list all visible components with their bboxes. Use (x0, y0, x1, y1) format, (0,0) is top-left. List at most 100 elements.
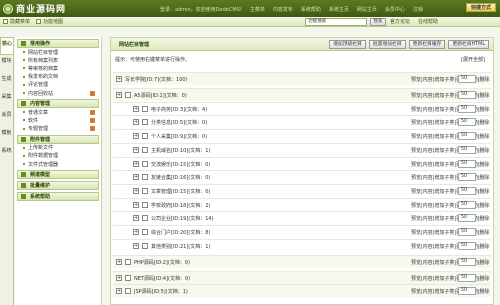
nav-publish[interactable]: 内容发布 (273, 6, 293, 13)
expand-icon[interactable]: + (133, 119, 139, 126)
row-checkbox[interactable] (142, 105, 148, 112)
vtab-generate[interactable]: 生成 (0, 73, 13, 91)
row-actions[interactable]: 预览|内容|增加子类|更改|移动|删除 (411, 133, 489, 140)
sidebar-group-header[interactable]: 常用操作 (17, 39, 99, 48)
sort-order-input[interactable]: 50 (458, 228, 476, 236)
row-checkbox[interactable] (142, 229, 148, 235)
category-name[interactable]: NET源码[ID:4](文档：0) (134, 275, 190, 282)
expand-icon[interactable]: + (133, 242, 139, 249)
sidebar-item[interactable]: 软件 (17, 116, 99, 124)
hide-menu-button[interactable]: 隐藏菜单 (3, 18, 30, 25)
add-icon[interactable] (90, 109, 95, 115)
sidebar-item[interactable]: 评论管理 (17, 81, 99, 89)
sort-order-input[interactable]: 50 (458, 104, 476, 113)
sort-order-input[interactable]: 50 (458, 257, 476, 266)
row-actions[interactable]: 预览|内容|增加子类|更改|移动|删除 (411, 243, 489, 250)
row-actions[interactable]: 预览|内容|增加子类|更改|移动|删除 (411, 259, 489, 266)
expand-icon[interactable]: + (133, 215, 139, 222)
add-icon[interactable] (90, 126, 95, 132)
official-forum-link[interactable]: 官方论坛 (390, 18, 410, 25)
row-actions[interactable]: 预览|内容|增加子类|更改|移动|删除 (411, 202, 489, 209)
nav-help[interactable]: 系统帮助 (301, 6, 321, 13)
sort-order-input[interactable]: 50 (458, 145, 476, 154)
sidebar-item[interactable]: 网站栏目管理 (17, 48, 99, 56)
add-top-category-button[interactable]: 增加顶级栏目 (329, 40, 366, 49)
sort-order-input[interactable]: 50 (458, 91, 476, 99)
vtab-collect[interactable]: 采集 (0, 91, 13, 109)
sort-order-input[interactable]: 50 (458, 200, 476, 209)
sidebar-item[interactable]: 附件数据管理 (17, 152, 99, 160)
add-icon[interactable] (90, 90, 95, 96)
sidebar-group-header[interactable]: 内容管理 (17, 99, 99, 109)
category-name[interactable]: 分类信息[ID:5](文档：0) (151, 119, 207, 126)
sidebar-item[interactable]: 普通文章 (17, 108, 99, 116)
category-name[interactable]: PHP源码[ID:2](文档：0) (134, 259, 190, 266)
expand-icon[interactable]: + (133, 201, 139, 208)
row-actions[interactable]: 预览|内容|增加子类|更改|移动|删除 (411, 106, 489, 113)
expand-icon[interactable]: + (116, 76, 122, 82)
category-name[interactable]: JSP源码[ID:5](文档：1) (134, 288, 188, 295)
sort-order-input[interactable]: 50 (458, 214, 476, 223)
row-actions[interactable]: 预览|内容|增加子类|更改|移动|删除 (411, 288, 489, 295)
expand-icon[interactable]: + (133, 146, 139, 153)
sort-order-input[interactable]: 50 (458, 287, 476, 296)
add-icon[interactable] (90, 117, 95, 123)
sidebar-item[interactable]: 专题管理 (17, 125, 99, 133)
quick-shortcut-button[interactable]: 快捷方式 (465, 3, 496, 12)
expand-icon[interactable]: + (133, 229, 139, 235)
sidebar-group-header[interactable]: 附件管理 (17, 134, 99, 144)
category-name[interactable]: 其他类别[ID:21](文档：1) (151, 243, 210, 250)
expand-icon[interactable]: + (133, 133, 139, 140)
function-map-button[interactable]: 功能地图 (36, 18, 63, 25)
search-button[interactable]: 搜索 (370, 18, 386, 26)
update-category-html-button[interactable]: 更新栏目HTML (448, 40, 489, 49)
sort-order-input[interactable]: 50 (458, 241, 476, 250)
vtab-module[interactable]: 模块 (0, 55, 13, 73)
nav-main-menu[interactable]: 主菜单 (250, 6, 265, 13)
row-checkbox[interactable] (142, 146, 148, 153)
row-actions[interactable]: 预览|内容|增加子类|更改|移动|删除 (411, 92, 489, 99)
nav-system-home[interactable]: 系统主页 (329, 6, 349, 13)
vtab-core[interactable]: 核心 (0, 37, 13, 55)
sidebar-group-header[interactable]: 系统帮助 (17, 192, 99, 202)
row-checkbox[interactable] (142, 119, 148, 126)
row-checkbox[interactable] (125, 288, 131, 295)
sort-order-input[interactable]: 50 (458, 273, 476, 282)
category-name[interactable]: 友链合集[ID:16](文档：0) (151, 174, 210, 181)
row-checkbox[interactable] (142, 133, 148, 140)
row-checkbox[interactable] (125, 274, 131, 281)
row-actions[interactable]: 预览|内容|增加子类|更改|移动|删除 (411, 119, 489, 126)
sidebar-item[interactable]: 内容回收站 (17, 89, 99, 97)
category-name[interactable]: 个人采集[ID:9](文档：0) (151, 133, 207, 140)
expand-all-link[interactable]: [展开全部] (461, 56, 485, 63)
sidebar-item[interactable]: 所有档案列表 (17, 56, 99, 64)
category-name[interactable]: A5源码[ID:1](文档：0) (134, 92, 187, 99)
row-checkbox[interactable] (142, 160, 148, 167)
batch-add-category-button[interactable]: 批量增加栏目 (368, 40, 406, 49)
vtab-template[interactable]: 模板 (0, 127, 13, 145)
online-help-link[interactable]: 在线帮助 (418, 18, 438, 25)
sidebar-item[interactable]: 上传新文件 (17, 144, 99, 152)
sort-order-input[interactable]: 50 (458, 159, 476, 168)
category-name[interactable]: 综合门户[ID:20](文档：8) (151, 229, 210, 236)
row-actions[interactable]: 预览|内容|增加子类|更改|移动|删除 (411, 76, 489, 83)
vtab-member[interactable]: 会员 (0, 109, 13, 127)
function-search-input[interactable]: 功能搜索 (305, 18, 367, 26)
row-checkbox[interactable] (142, 187, 148, 194)
sidebar-item[interactable]: 我发布的文档 (17, 73, 99, 81)
category-name[interactable]: 交流娱乐[ID:15](文档：0) (151, 161, 210, 168)
row-actions[interactable]: 预览|内容|增加子类|更改|移动|删除 (411, 229, 489, 236)
expand-icon[interactable]: + (116, 258, 122, 265)
row-actions[interactable]: 预览|内容|增加子类|更改|移动|删除 (411, 215, 489, 222)
sidebar-item[interactable]: 文件式管理器 (17, 160, 99, 168)
category-name[interactable]: 电子商务[ID:3](文档：4) (151, 106, 207, 113)
sidebar-group-header[interactable]: 批量维护 (17, 181, 99, 191)
sort-order-input[interactable]: 50 (458, 173, 476, 182)
category-name[interactable]: 写长学院[ID:7](文档：100) (125, 76, 188, 83)
row-actions[interactable]: 预览|内容|增加子类|更改|移动|删除 (411, 275, 489, 282)
row-checkbox[interactable] (142, 174, 148, 181)
expand-icon[interactable]: + (133, 160, 139, 167)
sort-order-input[interactable]: 50 (458, 118, 476, 127)
sidebar-group-header[interactable]: 频道模型 (17, 170, 99, 180)
sort-order-input[interactable]: 50 (458, 75, 476, 83)
